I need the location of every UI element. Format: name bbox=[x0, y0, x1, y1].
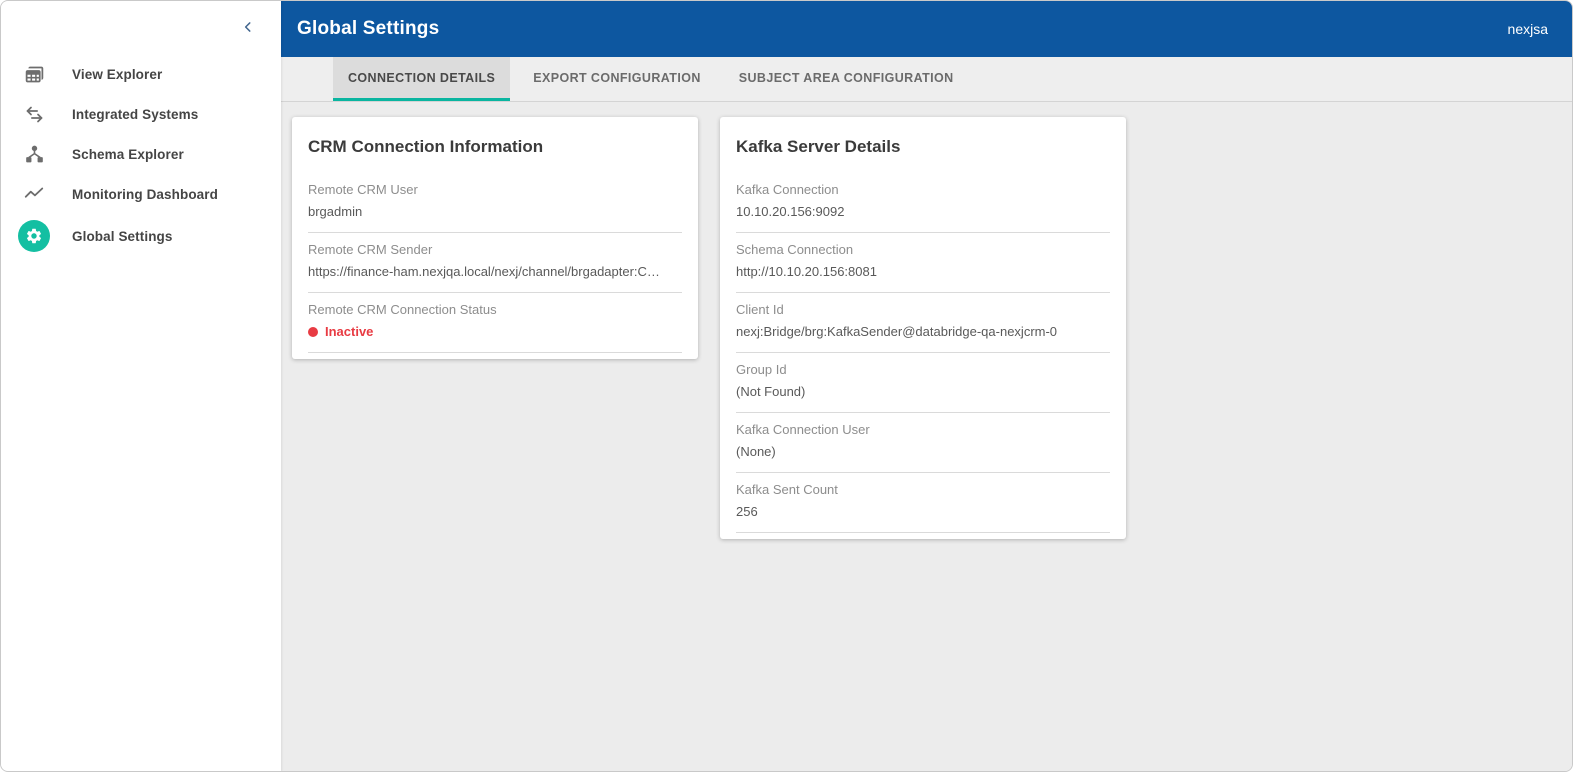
field-label: Kafka Connection User bbox=[736, 422, 870, 437]
gear-icon bbox=[18, 220, 50, 252]
sidebar-item-integrated-systems[interactable]: Integrated Systems bbox=[1, 94, 281, 134]
field-value: https://finance-ham.nexjqa.local/nexj/ch… bbox=[308, 264, 660, 279]
field-value: http://10.10.20.156:8081 bbox=[736, 264, 877, 279]
tab-connection-details[interactable]: CONNECTION DETAILS bbox=[333, 57, 511, 101]
main-column: Global Settings nexjsa CONNECTION DETAIL… bbox=[281, 1, 1572, 771]
status-text: Inactive bbox=[325, 324, 374, 339]
sidebar-collapse-button[interactable] bbox=[235, 16, 261, 42]
field-value: brgadmin bbox=[308, 204, 363, 219]
field-group-id: Group Id (Not Found) bbox=[736, 353, 1110, 413]
sidebar-item-label: View Explorer bbox=[72, 66, 163, 82]
card-title: Kafka Server Details bbox=[736, 137, 901, 156]
sidebar-item-view-explorer[interactable]: View Explorer bbox=[1, 54, 281, 94]
kafka-server-card: Kafka Server Details Kafka Connection 10… bbox=[720, 117, 1126, 539]
sidebar-nav: View Explorer Integrated Systems Schema … bbox=[1, 54, 281, 258]
field-value: 10.10.20.156:9092 bbox=[736, 204, 845, 219]
page-title: Global Settings bbox=[297, 18, 440, 39]
crm-connection-card: CRM Connection Information Remote CRM Us… bbox=[292, 117, 698, 359]
sidebar-item-label: Monitoring Dashboard bbox=[72, 186, 218, 202]
field-value: (None) bbox=[736, 444, 776, 459]
field-remote-crm-user: Remote CRM User brgadmin bbox=[308, 173, 682, 233]
field-value: nexj:Bridge/brg:KafkaSender@databridge-q… bbox=[736, 324, 1058, 339]
sidebar-item-label: Schema Explorer bbox=[72, 146, 184, 162]
tab-bar: CONNECTION DETAILS EXPORT CONFIGURATION … bbox=[281, 57, 1572, 102]
sidebar-item-global-settings[interactable]: Global Settings bbox=[1, 214, 281, 258]
inactive-status-dot-icon bbox=[308, 326, 318, 337]
field-kafka-connection: Kafka Connection 10.10.20.156:9092 bbox=[736, 173, 1110, 233]
content-area: CRM Connection Information Remote CRM Us… bbox=[281, 102, 1572, 771]
sidebar-item-label: Integrated Systems bbox=[72, 106, 199, 122]
tab-subject-area-configuration[interactable]: SUBJECT AREA CONFIGURATION bbox=[724, 57, 969, 101]
field-label: Group Id bbox=[736, 362, 787, 377]
sidebar-item-monitoring-dashboard[interactable]: Monitoring Dashboard bbox=[1, 174, 281, 214]
sidebar-item-schema-explorer[interactable]: Schema Explorer bbox=[1, 134, 281, 174]
sidebar: View Explorer Integrated Systems Schema … bbox=[1, 1, 281, 771]
field-label: Client Id bbox=[736, 302, 784, 317]
field-kafka-connection-user: Kafka Connection User (None) bbox=[736, 413, 1110, 473]
field-value: 256 bbox=[736, 504, 758, 519]
sidebar-item-label: Global Settings bbox=[72, 228, 173, 244]
monitoring-dashboard-icon bbox=[18, 178, 50, 210]
user-menu[interactable]: nexjsa bbox=[1508, 21, 1548, 37]
field-schema-connection: Schema Connection http://10.10.20.156:80… bbox=[736, 233, 1110, 293]
field-value: (Not Found) bbox=[736, 384, 806, 399]
view-explorer-icon bbox=[18, 58, 50, 90]
field-remote-crm-connection-status: Remote CRM Connection Status Inactive bbox=[308, 293, 682, 353]
field-label: Kafka Connection bbox=[736, 182, 839, 197]
card-title: CRM Connection Information bbox=[308, 137, 544, 156]
field-label: Remote CRM Connection Status bbox=[308, 302, 497, 317]
schema-explorer-icon bbox=[18, 138, 50, 170]
tab-export-configuration[interactable]: EXPORT CONFIGURATION bbox=[518, 57, 716, 101]
field-remote-crm-sender: Remote CRM Sender https://finance-ham.ne… bbox=[308, 233, 682, 293]
field-label: Schema Connection bbox=[736, 242, 854, 257]
status-value: Inactive bbox=[308, 324, 682, 339]
field-client-id: Client Id nexj:Bridge/brg:KafkaSender@da… bbox=[736, 293, 1110, 353]
field-label: Remote CRM Sender bbox=[308, 242, 433, 257]
chevron-left-icon bbox=[241, 18, 255, 40]
field-kafka-sent-count: Kafka Sent Count 256 bbox=[736, 473, 1110, 533]
app-header: Global Settings nexjsa bbox=[281, 1, 1572, 57]
field-label: Remote CRM User bbox=[308, 182, 418, 197]
app-window: View Explorer Integrated Systems Schema … bbox=[0, 0, 1573, 772]
field-label: Kafka Sent Count bbox=[736, 482, 838, 497]
integrated-systems-icon bbox=[18, 98, 50, 130]
